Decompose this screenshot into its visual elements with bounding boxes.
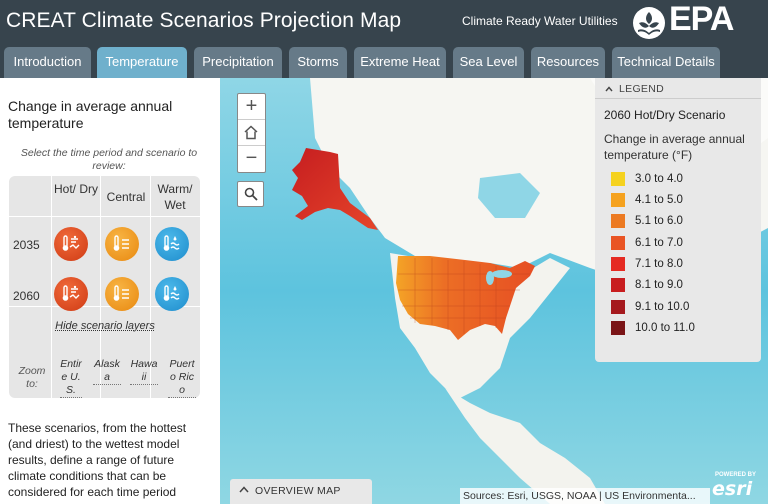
- app-header: CREAT Climate Scenarios Projection Map C…: [0, 0, 768, 44]
- epa-logo-text: EPA: [669, 0, 734, 38]
- col-head-central: Central: [106, 190, 146, 204]
- zoom-alaska-link[interactable]: Alaska: [93, 358, 121, 385]
- esri-logo-text: esri: [712, 478, 753, 500]
- zoom-control: + −: [237, 93, 266, 173]
- overview-map-label: OVERVIEW MAP: [255, 485, 341, 497]
- warm-wet-icon: [163, 235, 180, 251]
- legend-subtitle: Change in average annual temperature (°F…: [604, 132, 745, 162]
- row-head-2035: 2035: [13, 238, 40, 252]
- search-icon: [244, 187, 258, 201]
- warm-wet-icon: [163, 285, 180, 301]
- esri-logo[interactable]: POWERED BY esri: [712, 472, 764, 502]
- panel-description: These scenarios, from the hottest (and d…: [8, 421, 187, 499]
- tab-bar: Introduction Temperature Precipitation S…: [0, 44, 768, 78]
- legend-item: 8.1 to 9.0: [611, 278, 751, 292]
- legend-item: 4.1 to 5.0: [611, 193, 751, 207]
- legend-toggle[interactable]: LEGEND: [605, 83, 664, 95]
- tagline: Climate Ready Water Utilities: [462, 14, 618, 28]
- panel-instructions: Select the time period and scenario to r…: [20, 147, 198, 172]
- legend-item: 7.1 to 8.0: [611, 257, 751, 271]
- legend-panel: LEGEND 2060 Hot/Dry Scenario Change in a…: [595, 78, 761, 362]
- legend-scenario: 2060 Hot/Dry Scenario: [604, 108, 726, 122]
- tab-precipitation[interactable]: Precipitation: [194, 47, 282, 78]
- map-view[interactable]: + − LEGEND 2060 Hot/Dry Scenario Change …: [220, 78, 768, 504]
- scenario-2035-warm-wet-button[interactable]: [155, 227, 189, 261]
- col-head-hot-dry: Hot/ Dry: [53, 182, 98, 196]
- central-icon: [113, 285, 129, 301]
- central-icon: [113, 235, 129, 251]
- scenario-2060-hot-dry-button[interactable]: [54, 277, 88, 311]
- row-head-2060: 2060: [13, 289, 40, 303]
- tab-storms[interactable]: Storms: [289, 47, 347, 78]
- tab-technical-details[interactable]: Technical Details: [612, 47, 720, 78]
- legend-item: 10.0 to 11.0: [611, 321, 751, 335]
- scenario-2035-central-button[interactable]: [105, 227, 139, 261]
- panel-title: Change in average annual temperature: [8, 98, 173, 131]
- scenario-2060-warm-wet-button[interactable]: [155, 277, 189, 311]
- home-icon: [244, 125, 258, 140]
- legend-header: LEGEND: [619, 83, 664, 95]
- side-panel: Change in average annual temperature Sel…: [0, 78, 220, 504]
- home-button[interactable]: [238, 120, 265, 146]
- chevron-up-icon: [239, 486, 249, 493]
- hot-dry-icon: [62, 235, 80, 251]
- epa-flower-icon: [633, 7, 665, 39]
- overview-map-toggle[interactable]: OVERVIEW MAP: [230, 479, 372, 504]
- map-attribution[interactable]: Sources: Esri, USGS, NOAA | US Environme…: [460, 488, 710, 504]
- legend-item: 3.0 to 4.0: [611, 172, 751, 186]
- tab-extreme-heat[interactable]: Extreme Heat: [354, 47, 446, 78]
- zoom-hawaii-link[interactable]: Hawaii: [130, 358, 158, 385]
- legend-item: 6.1 to 7.0: [611, 236, 751, 250]
- hide-scenario-layers-link[interactable]: Hide scenario layers: [0, 320, 210, 332]
- zoom-out-button[interactable]: −: [238, 146, 265, 172]
- hot-dry-icon: [62, 285, 80, 301]
- col-head-warm-wet: Warm/ Wet: [157, 182, 193, 212]
- zoom-puerto-rico-link[interactable]: Puerto Rico: [168, 358, 196, 398]
- tab-introduction[interactable]: Introduction: [4, 47, 91, 78]
- tab-sea-level[interactable]: Sea Level: [453, 47, 524, 78]
- legend-item: 9.1 to 10.0: [611, 300, 751, 314]
- tab-temperature[interactable]: Temperature: [97, 47, 187, 78]
- scenario-2035-hot-dry-button[interactable]: [54, 227, 88, 261]
- chevron-up-icon: [605, 83, 613, 95]
- legend-item: 5.1 to 6.0: [611, 214, 751, 228]
- tab-resources[interactable]: Resources: [531, 47, 605, 78]
- zoom-in-button[interactable]: +: [238, 94, 265, 120]
- app-title: CREAT Climate Scenarios Projection Map: [6, 9, 402, 32]
- zoom-to-label: Zoom to:: [18, 365, 46, 390]
- epa-logo[interactable]: EPA: [632, 0, 756, 42]
- zoom-entire-us-link[interactable]: Entire U.S.: [60, 358, 82, 398]
- scenario-2060-central-button[interactable]: [105, 277, 139, 311]
- map-search-button[interactable]: [237, 181, 264, 207]
